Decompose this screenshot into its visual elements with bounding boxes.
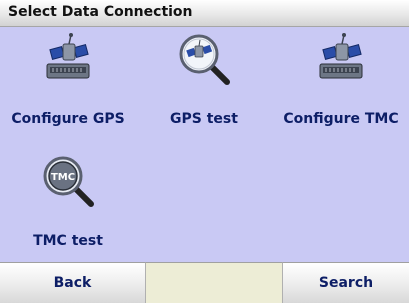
menu-item-label: Configure GPS [11,111,125,127]
bottom-bar-spacer [146,262,282,303]
menu-item-label: GPS test [170,111,238,127]
bottom-bar: Back Search [0,262,409,303]
configure-gps-item[interactable]: Configure GPS [0,30,136,152]
gps-test-item[interactable]: GPS test [136,30,272,152]
search-button[interactable]: Search [282,262,409,303]
tmc-test-magnifier-icon: TMC [43,156,94,207]
tmc-satellite-icon [319,33,363,79]
menu-item-label: Configure TMC [283,111,399,127]
gps-satellite-icon [46,33,90,79]
menu-item-label: TMC test [33,233,103,249]
tmc-test-item[interactable]: TMC TMC test [0,152,136,274]
configure-tmc-item[interactable]: Configure TMC [273,30,409,152]
back-button[interactable]: Back [0,262,146,303]
window-title: Select Data Connection [8,4,193,20]
title-bar: Select Data Connection [0,0,409,27]
gps-test-magnifier-icon [179,34,230,85]
svg-text:TMC: TMC [51,172,75,183]
